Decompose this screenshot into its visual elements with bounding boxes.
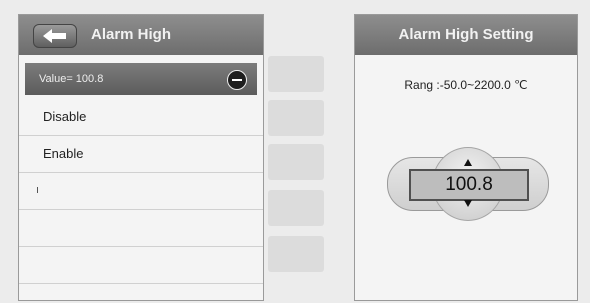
range-text: Rang :-50.0~2200.0 ℃ (404, 78, 528, 92)
arrow-down-icon[interactable] (464, 200, 472, 207)
minus-circle-icon[interactable] (227, 70, 247, 90)
background-ghost-4 (268, 190, 324, 226)
menu-list: Value= 100.8 Disable Enable (19, 63, 263, 284)
menu-item-disable[interactable]: Disable (19, 99, 263, 136)
alarm-high-panel: Alarm High Value= 100.8 Disable Enable (18, 14, 264, 301)
menu-item-empty-2[interactable] (19, 210, 263, 247)
menu-item-empty-1[interactable] (19, 173, 263, 210)
value-spinner: 100.8 (387, 147, 549, 221)
title-bar: Alarm High (19, 15, 263, 55)
menu-item-value[interactable]: Value= 100.8 (25, 63, 257, 95)
title-bar: Alarm High Setting (355, 15, 577, 55)
menu-item-label: Enable (43, 146, 84, 161)
menu-item-empty-3[interactable] (19, 247, 263, 284)
background-ghost-2 (268, 100, 324, 136)
arrow-up-icon[interactable] (464, 159, 472, 166)
value-field[interactable]: 100.8 (409, 169, 529, 201)
menu-item-enable[interactable]: Enable (19, 136, 263, 173)
page-title: Alarm High (91, 26, 172, 43)
back-button[interactable] (33, 24, 77, 48)
background-ghost-5 (268, 236, 324, 272)
menu-item-label: Value= 100.8 (39, 73, 104, 85)
background-ghost-3 (268, 144, 324, 180)
back-arrow-icon-shaft (51, 33, 66, 39)
cursor-mark (37, 187, 38, 193)
page-title: Alarm High Setting (398, 26, 534, 43)
background-ghost-1 (268, 56, 324, 92)
alarm-high-setting-panel: Alarm High Setting Rang :-50.0~2200.0 ℃ … (354, 14, 578, 301)
menu-item-label: Disable (43, 109, 87, 124)
